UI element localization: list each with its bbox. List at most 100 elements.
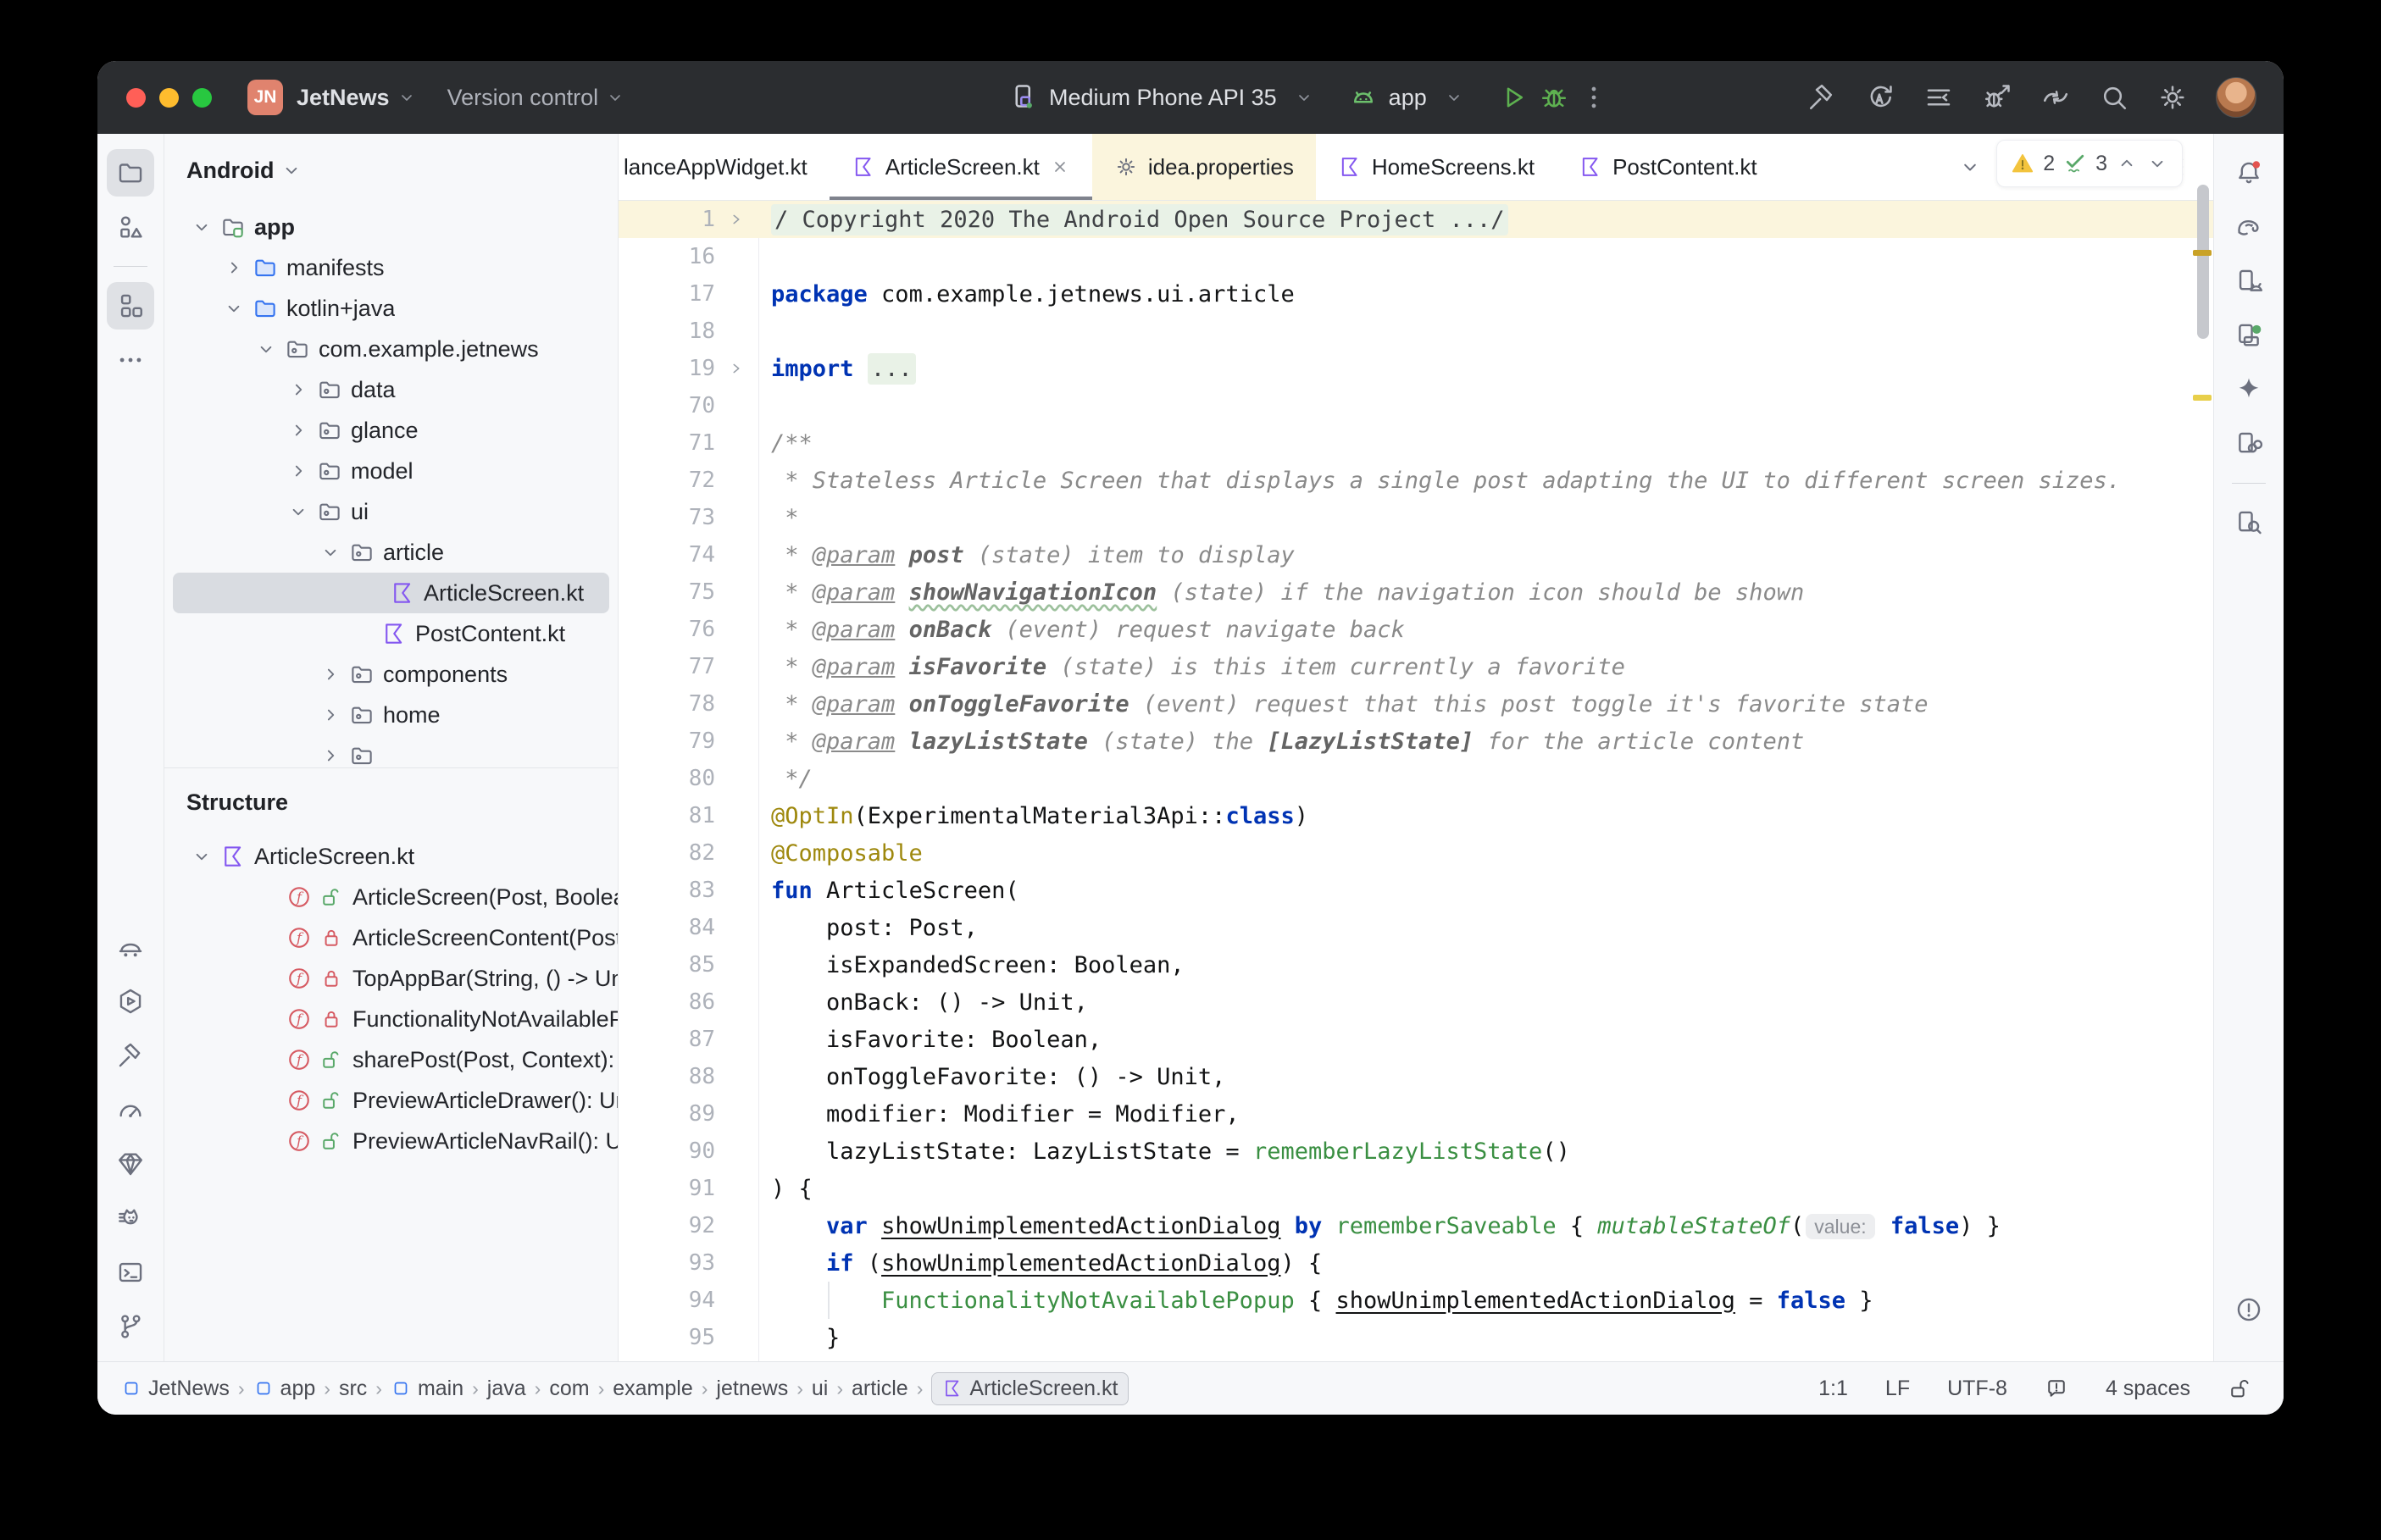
line-number[interactable]: 18 (619, 319, 715, 344)
line-separator[interactable]: LF (1885, 1377, 1910, 1401)
chevron-down-icon[interactable] (186, 216, 217, 238)
project-view-chevron-icon[interactable] (280, 159, 302, 181)
chevron-right-icon[interactable] (283, 419, 314, 441)
terminal-icon[interactable] (107, 1249, 154, 1296)
caret-position[interactable]: 1:1 (1818, 1377, 1848, 1401)
structure-file-row[interactable]: ArticleScreen.kt (164, 836, 618, 877)
chevron-down-icon[interactable] (219, 297, 249, 319)
code-line-94[interactable]: 94 FunctionalityNotAvailablePopup { show… (619, 1282, 2213, 1319)
tree-item-components[interactable]: components (164, 654, 618, 695)
editor-scrollbar[interactable] (2197, 185, 2209, 339)
code-line-81[interactable]: 81 @OptIn(ExperimentalMaterial3Api::class… (619, 797, 2213, 834)
breadcrumb-item-articlescreen-kt[interactable]: ArticleScreen.kt (931, 1371, 1129, 1405)
chevron-right-icon[interactable] (219, 257, 249, 279)
line-number[interactable]: 19 (619, 356, 715, 381)
user-avatar[interactable] (2216, 77, 2256, 118)
breadcrumb-item-java[interactable]: java (487, 1377, 526, 1401)
tree-item-article[interactable]: article (164, 532, 618, 573)
fold-marker-icon[interactable] (715, 210, 758, 229)
line-number[interactable]: 17 (619, 281, 715, 307)
tree-item-manifests[interactable]: manifests (164, 247, 618, 288)
code-line-93[interactable]: 93 if (showUnimplementedActionDialog) { (619, 1244, 2213, 1282)
build-icon[interactable] (107, 1032, 154, 1079)
tree-item-glance[interactable]: glance (164, 410, 618, 451)
line-number[interactable]: 84 (619, 915, 715, 940)
breadcrumb-item-ui[interactable]: ui (812, 1377, 828, 1401)
structure-item[interactable]: f PreviewArticleNavRail(): Unit (164, 1121, 618, 1161)
project-chevron-icon[interactable] (397, 87, 417, 108)
line-number[interactable]: 87 (619, 1027, 715, 1052)
code-line-92[interactable]: 92 var showUnimplementedActionDialog by … (619, 1207, 2213, 1244)
code-line-73[interactable]: 73 * (619, 499, 2213, 536)
tab-lanceappwidget-kt[interactable]: lanceAppWidget.kt (619, 134, 830, 200)
line-number[interactable]: 86 (619, 989, 715, 1015)
tab-articlescreen-kt[interactable]: ArticleScreen.kt (829, 134, 1092, 200)
prev-problem-button[interactable] (2116, 152, 2138, 174)
tree-item-kotlin+java[interactable]: kotlin+java (164, 288, 618, 329)
code-line-90[interactable]: 90 lazyListState: LazyListState = rememb… (619, 1133, 2213, 1170)
line-number[interactable]: 81 (619, 803, 715, 828)
search-everywhere-button[interactable] (2099, 82, 2129, 113)
resource-manager-icon[interactable] (107, 203, 154, 251)
code-line-95[interactable]: 95 } (619, 1319, 2213, 1356)
sync-button[interactable] (1865, 82, 1895, 113)
device-explorer-icon[interactable] (2225, 499, 2273, 546)
device-mirroring-icon[interactable] (2225, 420, 2273, 468)
device-manager-icon[interactable] (2225, 258, 2273, 305)
sync-arrows-button[interactable] (2040, 82, 2071, 113)
tree-item-com.example.jetnews[interactable]: com.example.jetnews (164, 329, 618, 369)
vcs-widget[interactable]: Version control (447, 85, 599, 111)
tree-item-postcontent.kt[interactable]: PostContent.kt (164, 613, 618, 654)
close-tab-icon[interactable] (1050, 157, 1070, 177)
project-name[interactable]: JetNews (297, 85, 390, 111)
code-line-86[interactable]: 86 onBack: () -> Unit, (619, 983, 2213, 1021)
line-number[interactable]: 78 (619, 691, 715, 717)
code-line-85[interactable]: 85 isExpandedScreen: Boolean, (619, 946, 2213, 983)
chev-down-icon[interactable] (1950, 147, 1990, 187)
tree-item-ui[interactable]: ui (164, 491, 618, 532)
chevron-down-icon[interactable] (283, 501, 314, 523)
structure-item[interactable]: f sharePost(Post, Context): Un (164, 1039, 618, 1080)
line-number[interactable]: 91 (619, 1176, 715, 1201)
version-control-icon[interactable] (107, 1303, 154, 1350)
chevron-down-icon[interactable] (315, 541, 346, 563)
line-number[interactable]: 88 (619, 1064, 715, 1089)
tree-item-model[interactable]: model (164, 451, 618, 491)
build-variants-icon[interactable] (107, 923, 154, 971)
profiler-icon[interactable] (107, 978, 154, 1025)
line-number[interactable]: 75 (619, 579, 715, 605)
code-line-72[interactable]: 72 * Stateless Article Screen that displ… (619, 462, 2213, 499)
close-window-button[interactable] (126, 87, 146, 108)
passed-count[interactable]: 3 (2095, 152, 2107, 176)
chevron-right-icon[interactable] (315, 704, 346, 726)
project-icon-badge[interactable]: JN (247, 80, 283, 115)
code-line-19[interactable]: 19 import ... (619, 350, 2213, 387)
tab-idea-properties[interactable]: idea.properties (1091, 134, 1316, 200)
breadcrumb-item-example[interactable]: example (613, 1377, 693, 1401)
code-line-80[interactable]: 80 */ (619, 760, 2213, 797)
minimize-window-button[interactable] (159, 87, 179, 108)
code-line-71[interactable]: 71 /** (619, 424, 2213, 462)
code-line-79[interactable]: 79 * @param lazyListState (state) the [L… (619, 723, 2213, 760)
tree-item-data[interactable]: data (164, 369, 618, 410)
line-number[interactable]: 83 (619, 878, 715, 903)
tab-postcontent-kt[interactable]: PostContent.kt (1557, 134, 1779, 200)
code-line-87[interactable]: 87 isFavorite: Boolean, (619, 1021, 2213, 1058)
line-number[interactable]: 74 (619, 542, 715, 568)
notifications-icon[interactable] (2225, 149, 2273, 197)
line-number[interactable]: 76 (619, 617, 715, 642)
tree-item-app[interactable]: app (164, 207, 618, 247)
structure-icon[interactable] (107, 282, 154, 330)
chevron-right-icon[interactable] (315, 663, 346, 685)
code-line-78[interactable]: 78 * @param onToggleFavorite (event) req… (619, 685, 2213, 723)
structure-item[interactable]: f ArticleScreen(Post, Boolean, (164, 877, 618, 917)
tree-item-articlescreen.kt[interactable]: ArticleScreen.kt (173, 573, 609, 613)
code-line-18[interactable]: 18 (619, 313, 2213, 350)
code-line-91[interactable]: 91) { (619, 1170, 2213, 1207)
line-number[interactable]: 89 (619, 1101, 715, 1127)
scrollbar-warning-mark[interactable] (2193, 250, 2212, 256)
code-line-88[interactable]: 88 onToggleFavorite: () -> Unit, (619, 1058, 2213, 1095)
more-run-actions-button[interactable] (1579, 83, 1608, 112)
line-number[interactable]: 73 (619, 505, 715, 530)
line-number[interactable]: 16 (619, 244, 715, 269)
